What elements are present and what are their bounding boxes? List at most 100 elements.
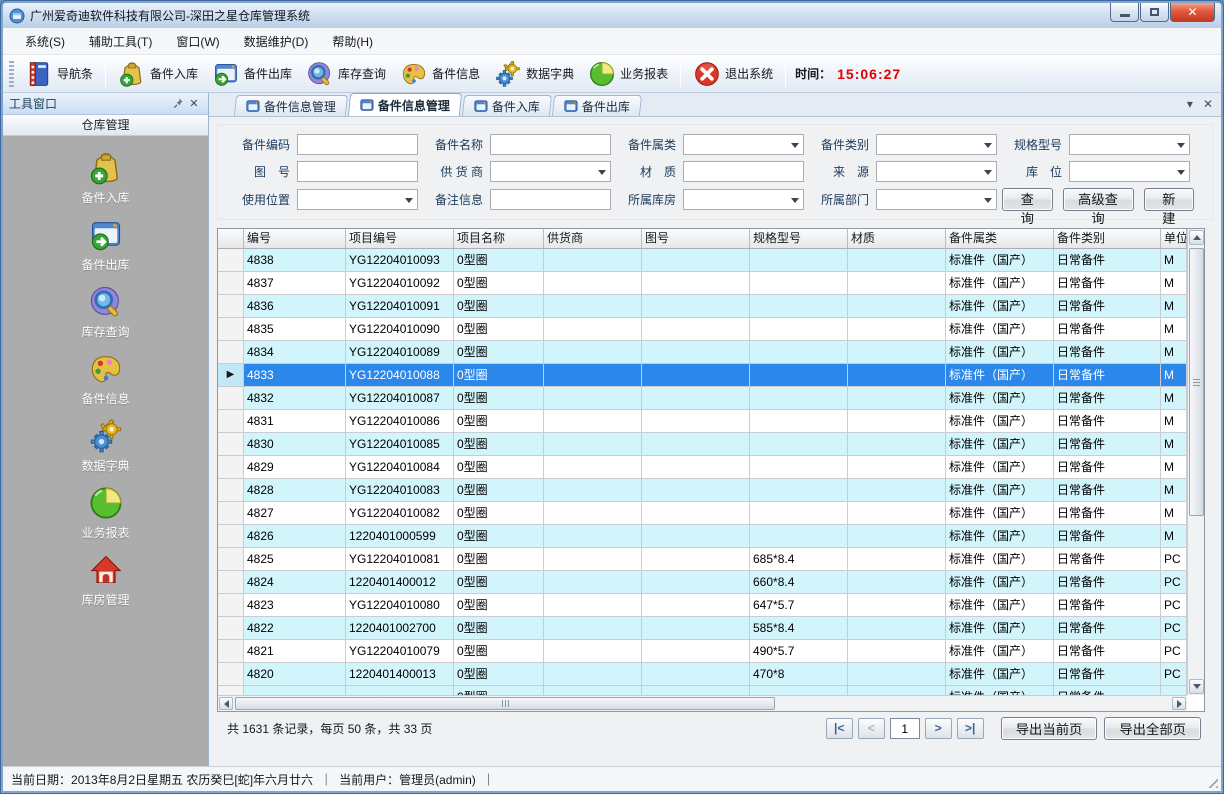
form-field[interactable] — [490, 161, 611, 182]
form-field[interactable] — [1069, 161, 1190, 182]
toolbar-grip-handle[interactable] — [9, 61, 14, 87]
toolbar-button[interactable] — [105, 61, 106, 87]
horizontal-scrollbar[interactable] — [218, 695, 1187, 711]
column-header[interactable]: 项目名称 — [454, 229, 544, 248]
column-header[interactable]: 单位 — [1161, 229, 1187, 248]
scroll-left-button[interactable] — [219, 697, 233, 710]
row-selector[interactable]: ▶ — [218, 295, 244, 317]
column-header[interactable]: 备件属类 — [946, 229, 1054, 248]
table-row[interactable]: ▶ 4833YG122040100880型圈标准件（国产）日常备件M — [218, 364, 1187, 387]
column-header[interactable]: 编号 — [244, 229, 346, 248]
table-row[interactable]: ▶ 4835YG122040100900型圈标准件（国产）日常备件M — [218, 318, 1187, 341]
menu-item[interactable]: 数据维护(D) — [232, 29, 321, 54]
resize-grip[interactable] — [1206, 776, 1218, 788]
row-selector[interactable] — [218, 686, 244, 695]
table-row[interactable]: ▶ 482212204010027000型圈585*8.4标准件（国产）日常备件… — [218, 617, 1187, 640]
row-selector[interactable]: ▶ — [218, 249, 244, 271]
table-row[interactable]: ▶ 4827YG122040100820型圈标准件（国产）日常备件M — [218, 502, 1187, 525]
column-header[interactable]: 供货商 — [544, 229, 642, 248]
table-row[interactable]: ▶ 4837YG122040100920型圈标准件（国产）日常备件M — [218, 272, 1187, 295]
row-selector[interactable]: ▶ — [218, 364, 244, 386]
table-row[interactable]: ▶ 482012204014000130型圈470*8标准件（国产）日常备件PC — [218, 663, 1187, 686]
sidebar-item[interactable]: 数据字典 — [3, 418, 208, 485]
form-field[interactable] — [876, 134, 997, 155]
last-page-button[interactable]: >| — [957, 718, 984, 739]
form-field[interactable] — [490, 134, 611, 155]
row-selector[interactable]: ▶ — [218, 387, 244, 409]
toolbar-button[interactable]: 备件出库 — [205, 57, 299, 91]
menu-item[interactable]: 系统(S) — [13, 29, 77, 54]
sidebar-item[interactable]: 备件入库 — [3, 150, 208, 217]
row-selector[interactable]: ▶ — [218, 456, 244, 478]
column-header[interactable]: 材质 — [848, 229, 946, 248]
row-selector[interactable]: ▶ — [218, 410, 244, 432]
form-field[interactable] — [490, 189, 611, 210]
form-field[interactable] — [297, 134, 418, 155]
form-field[interactable] — [876, 161, 997, 182]
create-button[interactable]: 新建 — [1144, 188, 1195, 211]
export-all-pages-button[interactable]: 导出全部页 — [1104, 717, 1201, 740]
table-row[interactable]: ▶ 4828YG122040100830型圈标准件（国产）日常备件M — [218, 479, 1187, 502]
maximize-button[interactable] — [1140, 3, 1169, 22]
form-field[interactable] — [683, 134, 804, 155]
table-row[interactable]: ▶ 4834YG122040100890型圈标准件（国产）日常备件M — [218, 341, 1187, 364]
table-row[interactable]: ▶ 4829YG122040100840型圈标准件（国产）日常备件M — [218, 456, 1187, 479]
toolbar-button[interactable]: 退出系统 — [686, 57, 780, 91]
toolbar-button[interactable]: 导航条 — [18, 57, 100, 91]
row-selector[interactable]: ▶ — [218, 433, 244, 455]
toolbar-button[interactable]: 数据字典 — [487, 57, 581, 91]
vertical-scrollbar[interactable] — [1187, 229, 1204, 695]
next-page-button[interactable]: > — [925, 718, 952, 739]
scroll-right-button[interactable] — [1172, 697, 1186, 710]
table-row[interactable]: ▶ 4836YG122040100910型圈标准件（国产）日常备件M — [218, 295, 1187, 318]
toolbar-button[interactable] — [680, 61, 681, 87]
menu-item[interactable]: 窗口(W) — [164, 29, 231, 54]
table-row[interactable]: ▶ 4821YG122040100790型圈490*5.7标准件（国产）日常备件… — [218, 640, 1187, 663]
menu-item[interactable]: 辅助工具(T) — [77, 29, 164, 54]
column-header[interactable]: 图号 — [642, 229, 750, 248]
warehouse-group-header[interactable]: 仓库管理 — [3, 115, 208, 136]
row-selector[interactable]: ▶ — [218, 479, 244, 501]
scroll-down-button[interactable] — [1189, 679, 1204, 694]
toolbar-button[interactable]: 业务报表 — [581, 57, 675, 91]
document-tab[interactable]: 备件信息管理 — [234, 95, 348, 116]
menu-item[interactable]: 帮助(H) — [320, 29, 385, 54]
table-row[interactable]: ▶ 4830YG122040100850型圈标准件（国产）日常备件M — [218, 433, 1187, 456]
form-field[interactable] — [297, 161, 418, 182]
row-selector[interactable]: ▶ — [218, 525, 244, 547]
table-row[interactable]: ▶ 4823YG122040100800型圈647*5.7标准件（国产）日常备件… — [218, 594, 1187, 617]
row-selector[interactable]: ▶ — [218, 318, 244, 340]
sidebar-item[interactable]: 业务报表 — [3, 485, 208, 552]
minimize-button[interactable] — [1110, 3, 1139, 22]
form-field[interactable] — [876, 189, 997, 210]
row-selector[interactable]: ▶ — [218, 663, 244, 685]
row-selector[interactable]: ▶ — [218, 502, 244, 524]
sidebar-item[interactable]: 库存查询 — [3, 284, 208, 351]
row-selector[interactable]: ▶ — [218, 341, 244, 363]
column-header[interactable] — [218, 229, 244, 248]
page-number-input[interactable]: 1 — [890, 718, 920, 739]
tab-list-dropdown-icon[interactable]: ▾ — [1187, 97, 1193, 111]
horizontal-scroll-thumb[interactable] — [235, 697, 775, 710]
table-row[interactable]: ▶ 4831YG122040100860型圈标准件（国产）日常备件M — [218, 410, 1187, 433]
row-selector[interactable]: ▶ — [218, 594, 244, 616]
row-selector[interactable]: ▶ — [218, 640, 244, 662]
pin-button[interactable] — [170, 96, 186, 112]
row-selector[interactable]: ▶ — [218, 548, 244, 570]
sidebar-item[interactable]: 备件信息 — [3, 351, 208, 418]
table-row[interactable]: ▶ 4838YG122040100930型圈标准件（国产）日常备件M — [218, 249, 1187, 272]
document-tab[interactable]: 备件入库 — [462, 95, 552, 116]
table-row[interactable]: ▶ 482612204010005990型圈标准件（国产）日常备件M — [218, 525, 1187, 548]
previous-page-button[interactable]: < — [858, 718, 885, 739]
column-header[interactable]: 备件类别 — [1054, 229, 1161, 248]
form-field[interactable] — [1069, 134, 1190, 155]
toolbar-button[interactable] — [785, 61, 786, 87]
title-bar[interactable]: 广州爱奇迪软件科技有限公司-深田之星仓库管理系统 ✕ — [3, 3, 1221, 28]
advanced-query-button[interactable]: 高级查询 — [1063, 188, 1134, 211]
table-row[interactable]: ▶ 4825YG122040100810型圈685*8.4标准件（国产）日常备件… — [218, 548, 1187, 571]
first-page-button[interactable]: |< — [826, 718, 853, 739]
table-row[interactable]: ▶ 482412204014000120型圈660*8.4标准件（国产）日常备件… — [218, 571, 1187, 594]
toolbar-button[interactable]: 备件信息 — [393, 57, 487, 91]
scroll-up-button[interactable] — [1189, 230, 1204, 245]
sidebar-item[interactable]: 库房管理 — [3, 552, 208, 619]
